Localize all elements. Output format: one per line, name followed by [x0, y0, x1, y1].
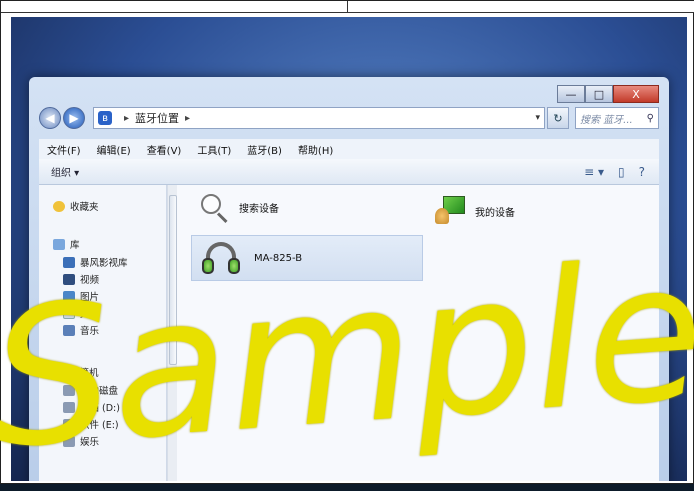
nav-favorites-label: 收藏夹 — [70, 202, 99, 213]
drive-icon — [63, 401, 75, 413]
menu-view[interactable]: 查看(V) — [147, 142, 182, 157]
menu-file[interactable]: 文件(F) — [47, 142, 81, 157]
nav-drive-software[interactable]: 软件 (E:) — [63, 417, 119, 431]
maximize-button[interactable]: □ — [585, 85, 613, 103]
nav-item-label: 音乐 — [80, 326, 100, 337]
search-devices-item[interactable]: 搜索设备 — [197, 189, 279, 225]
menu-help[interactable]: 帮助(H) — [298, 142, 333, 157]
drive-icon — [63, 418, 75, 430]
top-border — [1, 1, 694, 13]
nav-computer[interactable]: 计算机 — [53, 365, 99, 379]
drive-icon — [63, 435, 75, 447]
back-arrow-icon[interactable]: ◀ — [39, 107, 61, 129]
nav-item-music[interactable]: 音乐 — [63, 323, 99, 337]
refresh-icon[interactable]: ↻ — [547, 107, 569, 129]
organize-button[interactable]: 组织 ▾ — [51, 164, 79, 179]
menu-bluetooth[interactable]: 蓝牙(B) — [247, 142, 282, 157]
view-options-icon[interactable]: ≡ ▾ — [584, 165, 604, 179]
my-devices-item[interactable]: 我的设备 — [433, 193, 515, 229]
nav-item-pictures[interactable]: 图片 — [63, 289, 99, 303]
toolbar-icons: ≡ ▾ ▯ ? — [584, 165, 645, 179]
music-icon — [63, 324, 75, 336]
magnifier-icon — [197, 192, 228, 224]
nav-item-documents[interactable]: 文档 — [63, 306, 99, 320]
search-devices-label: 搜索设备 — [239, 203, 279, 215]
library-folder-icon — [63, 256, 75, 268]
nav-drive-label: 软件 (E:) — [80, 420, 119, 431]
bluetooth-icon: ʙ — [98, 111, 112, 125]
nav-library-label: 库 — [70, 240, 80, 251]
nav-drive-local[interactable]: 本地磁盘 — [63, 383, 118, 397]
nav-item-label: 暴风影视库 — [80, 258, 128, 269]
nav-item-label: 文档 — [80, 309, 100, 320]
nav-scrollbar[interactable] — [167, 185, 177, 481]
search-icon[interactable]: ⚲ — [647, 113, 654, 124]
screen-photo: — □ X ◀ ▶ ʙ ▸ 蓝牙位置 ▸ ▾ ↻ 搜索 蓝牙... ⚲ 文件(F… — [11, 17, 687, 481]
library-icon — [53, 238, 65, 250]
navigation-pane: 收藏夹 库 暴风影视库 视频 图片 文档 音乐 计算机 本地磁盘 文档 (D:)… — [39, 185, 167, 481]
nav-drive-entertainment[interactable]: 娱乐 — [63, 434, 99, 448]
nav-item-label: 视频 — [80, 275, 100, 286]
menu-bar: 文件(F) 编辑(E) 查看(V) 工具(T) 蓝牙(B) 帮助(H) — [39, 139, 659, 159]
drive-icon — [63, 384, 75, 396]
device-name-label: MA-825-B — [254, 252, 303, 264]
address-bar-row: ◀ ▶ ʙ ▸ 蓝牙位置 ▸ ▾ ↻ 搜索 蓝牙... ⚲ — [39, 105, 659, 131]
content-area: 收藏夹 库 暴风影视库 视频 图片 文档 音乐 计算机 本地磁盘 文档 (D:)… — [39, 185, 659, 481]
breadcrumb-separator: ▸ — [124, 112, 130, 124]
command-bar: 组织 ▾ ≡ ▾ ▯ ? — [39, 159, 659, 185]
nav-computer-label: 计算机 — [70, 368, 99, 379]
nav-drive-label: 文档 (D:) — [80, 403, 120, 414]
address-dropdown-icon[interactable]: ▾ — [535, 113, 540, 123]
device-list: 搜索设备 我的设备 MA-825-B — [179, 185, 659, 481]
help-icon[interactable]: ? — [639, 165, 645, 179]
breadcrumb-tail-arrow[interactable]: ▸ — [185, 113, 190, 124]
document-frame: — □ X ◀ ▶ ʙ ▸ 蓝牙位置 ▸ ▾ ↻ 搜索 蓝牙... ⚲ 文件(F… — [0, 0, 694, 491]
star-icon — [53, 200, 65, 212]
nav-drive-label: 娱乐 — [80, 437, 100, 448]
search-placeholder: 搜索 蓝牙... — [580, 114, 633, 126]
scrollbar-thumb[interactable] — [169, 195, 177, 365]
menu-edit[interactable]: 编辑(E) — [97, 142, 131, 157]
menu-tools[interactable]: 工具(T) — [197, 142, 231, 157]
search-input[interactable]: 搜索 蓝牙... ⚲ — [575, 107, 659, 129]
computer-icon — [53, 366, 65, 378]
caption-buttons: — □ X — [557, 85, 659, 103]
nav-item-baofeng[interactable]: 暴风影视库 — [63, 255, 128, 269]
nav-favorites[interactable]: 收藏夹 — [53, 199, 99, 213]
headphones-icon — [202, 240, 242, 276]
minimize-button[interactable]: — — [557, 85, 585, 103]
video-icon — [63, 273, 75, 285]
nav-item-label: 图片 — [80, 292, 100, 303]
nav-drive-documents[interactable]: 文档 (D:) — [63, 400, 120, 414]
nav-library[interactable]: 库 — [53, 237, 80, 251]
my-devices-label: 我的设备 — [475, 207, 515, 219]
preview-pane-icon[interactable]: ▯ — [618, 165, 625, 179]
device-item-ma-825-b[interactable]: MA-825-B — [191, 235, 423, 281]
breadcrumb-bluetooth-locations[interactable]: 蓝牙位置 — [135, 110, 179, 126]
close-button[interactable]: X — [613, 85, 659, 103]
nav-item-videos[interactable]: 视频 — [63, 272, 99, 286]
address-box[interactable]: ʙ ▸ 蓝牙位置 ▸ ▾ — [93, 107, 545, 129]
nav-drive-label: 本地磁盘 — [80, 386, 119, 397]
my-devices-icon — [433, 196, 467, 226]
document-icon — [63, 307, 75, 319]
explorer-window: — □ X ◀ ▶ ʙ ▸ 蓝牙位置 ▸ ▾ ↻ 搜索 蓝牙... ⚲ 文件(F… — [29, 77, 669, 481]
forward-arrow-icon[interactable]: ▶ — [63, 107, 85, 129]
picture-icon — [63, 290, 75, 302]
